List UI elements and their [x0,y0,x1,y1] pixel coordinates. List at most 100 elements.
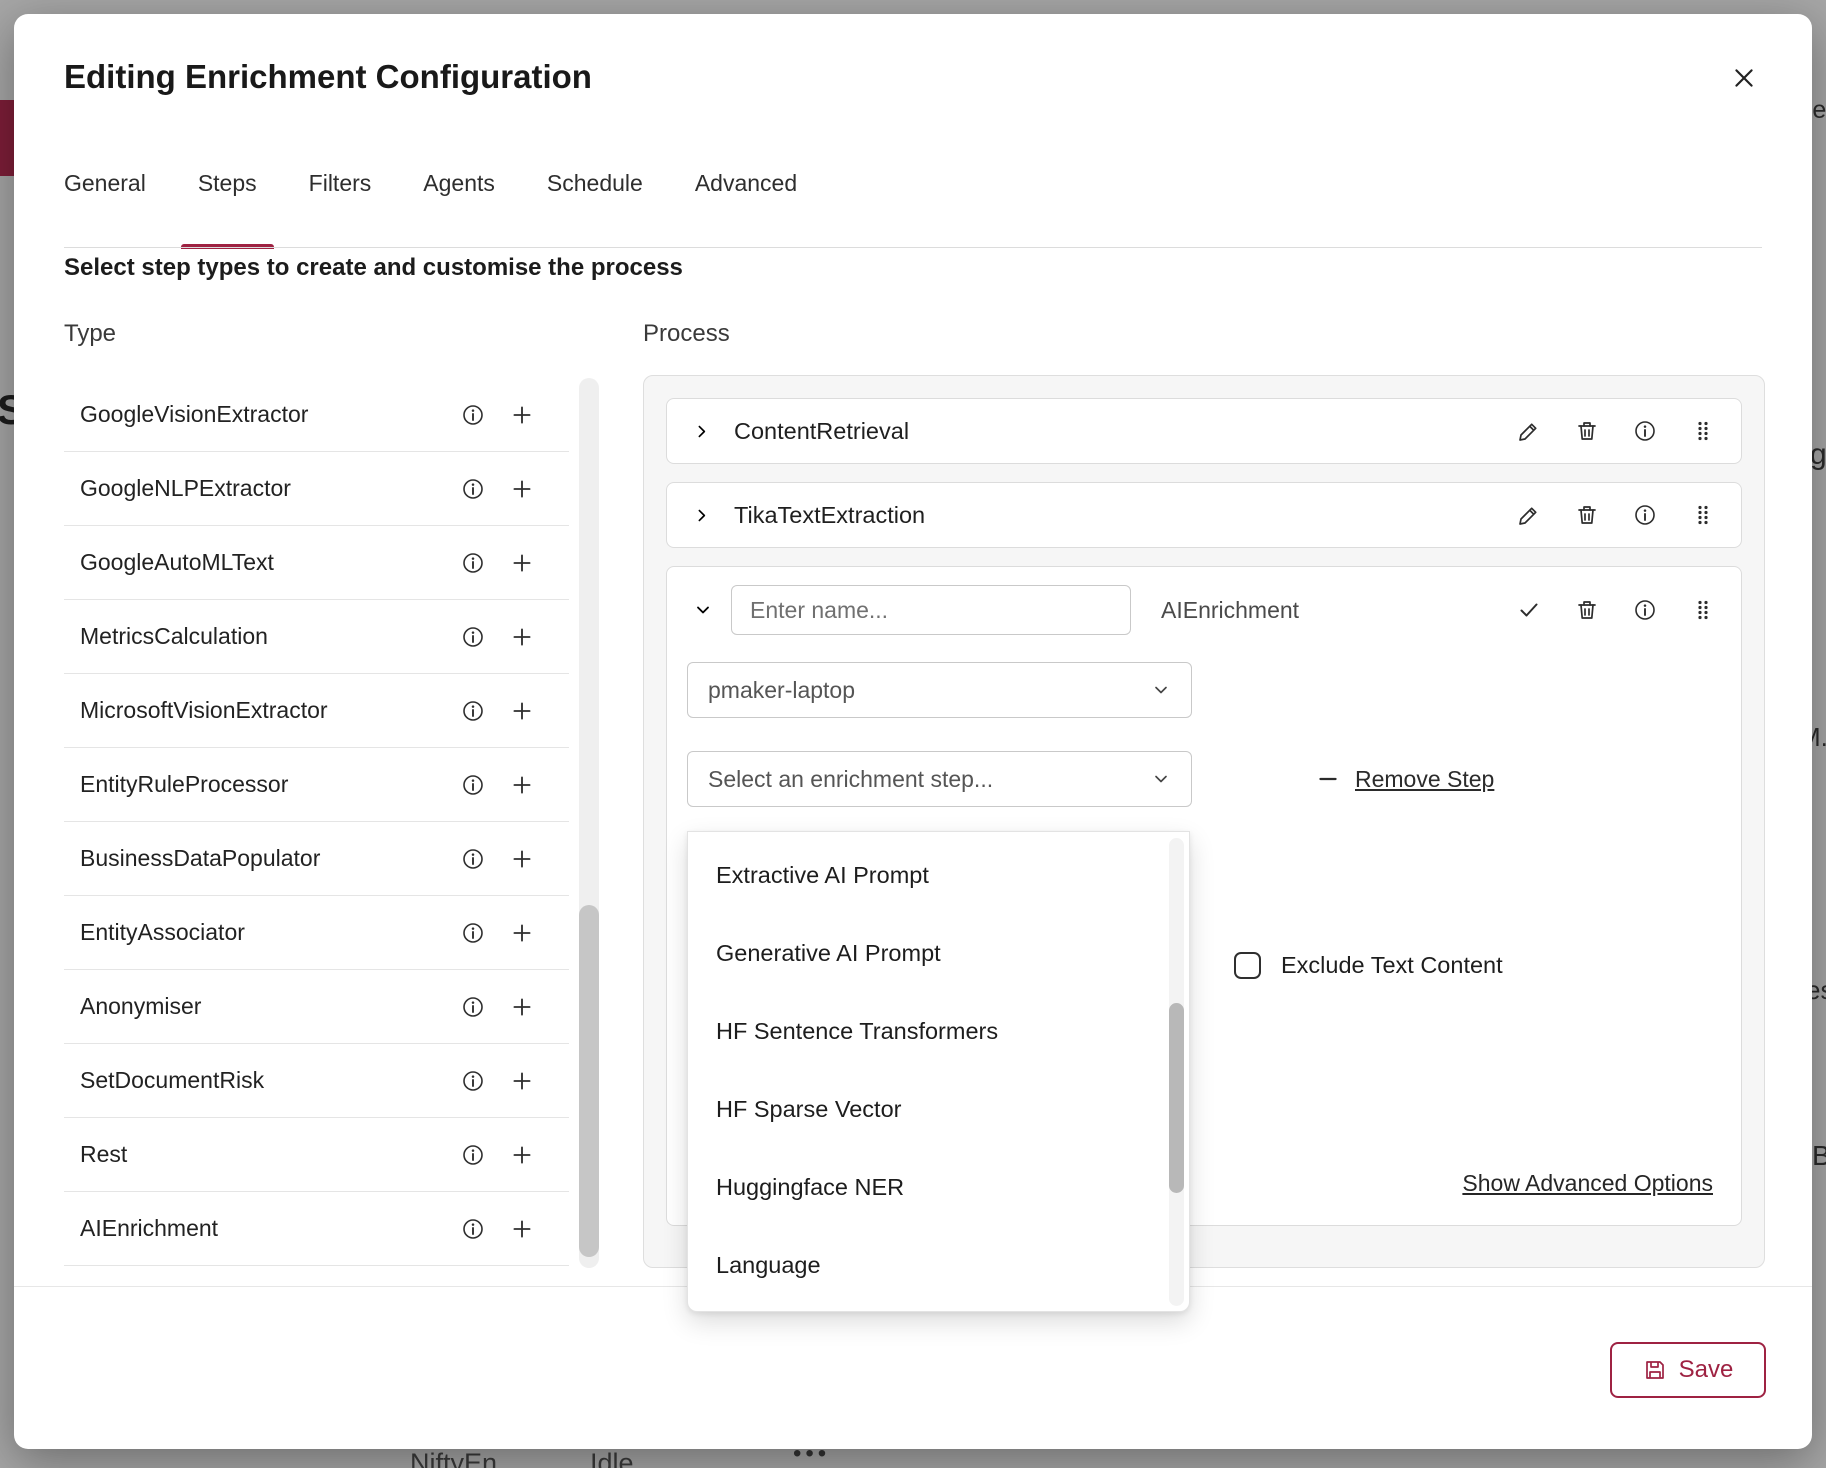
enrichment-step-select[interactable]: Select an enrichment step... [687,751,1192,807]
type-item-actions [461,1216,569,1242]
save-button[interactable]: Save [1610,1342,1766,1398]
close-button[interactable] [1726,60,1762,96]
tab-filters[interactable]: Filters [309,170,372,247]
add-icon[interactable] [509,1216,535,1242]
info-icon[interactable] [461,995,485,1019]
tab-bar: General Steps Filters Agents Schedule Ad… [64,170,797,247]
type-item-actions [461,550,569,576]
model-select[interactable]: pmaker-laptop [687,662,1192,718]
tab-label: Filters [309,170,372,196]
exclude-text-checkbox[interactable] [1234,952,1261,979]
info-icon[interactable] [461,1143,485,1167]
add-icon[interactable] [509,920,535,946]
type-item-label: EntityAssociator [64,919,461,946]
type-list-scrollbar[interactable] [579,378,599,1268]
drag-handle-icon[interactable] [1691,503,1715,527]
background-status-cell: Idle [590,1448,634,1468]
type-item-label: MetricsCalculation [64,623,461,650]
tab-agents[interactable]: Agents [423,170,495,247]
background-fragment: g [1810,438,1826,472]
tabs-divider [64,247,1762,248]
info-icon[interactable] [461,699,485,723]
add-icon[interactable] [509,402,535,428]
type-item-aienrichment: AIEnrichment [64,1192,569,1266]
drag-handle-icon[interactable] [1691,419,1715,443]
show-advanced-options-link[interactable]: Show Advanced Options [1462,1170,1713,1197]
info-icon[interactable] [1633,503,1657,527]
chevron-down-icon[interactable] [693,600,713,620]
add-icon[interactable] [509,476,535,502]
save-button-label: Save [1679,1356,1734,1384]
minus-icon [1315,766,1341,792]
add-icon[interactable] [509,1142,535,1168]
info-icon[interactable] [461,773,485,797]
tab-label: General [64,170,146,196]
tab-steps[interactable]: Steps [198,170,257,247]
delete-icon[interactable] [1575,503,1599,527]
info-icon[interactable] [461,847,485,871]
info-icon[interactable] [1633,419,1657,443]
dropdown-option-extractive-ai-prompt[interactable]: Extractive AI Prompt [688,836,1189,914]
type-item-businessdatapopulator: BusinessDataPopulator [64,822,569,896]
drag-handle-icon[interactable] [1691,598,1715,622]
type-item-label: GoogleNLPExtractor [64,475,461,502]
type-item-microsoftvisionextractor: MicrosoftVisionExtractor [64,674,569,748]
step-name: TikaTextExtraction [734,502,925,529]
info-icon[interactable] [461,1217,485,1241]
dropdown-option-label: Generative AI Prompt [716,940,941,967]
type-item-googleautomltext: GoogleAutoMLText [64,526,569,600]
remove-step-button[interactable]: Remove Step [1315,751,1494,807]
chevron-right-icon[interactable] [693,423,710,440]
dropdown-option-label: HF Sentence Transformers [716,1018,998,1045]
add-icon[interactable] [509,1068,535,1094]
add-icon[interactable] [509,550,535,576]
dropdown-option-hf-sparse-vector[interactable]: HF Sparse Vector [688,1070,1189,1148]
dropdown-option-language[interactable]: Language [688,1226,1189,1304]
type-item-actions [461,846,569,872]
tab-advanced[interactable]: Advanced [695,170,797,247]
dropdown-option-hf-sentence-transformers[interactable]: HF Sentence Transformers [688,992,1189,1070]
tab-general[interactable]: General [64,170,146,247]
info-icon[interactable] [461,551,485,575]
background-table-cell: NiftyEn ... [410,1448,527,1468]
dropdown-option-label: HF Sparse Vector [716,1096,901,1123]
background-fragment: B [1812,1140,1826,1172]
scrollbar-thumb[interactable] [579,905,599,1257]
info-icon[interactable] [461,477,485,501]
chevron-right-icon[interactable] [693,507,710,524]
tab-label: Agents [423,170,495,196]
dropdown-option-huggingface-ner[interactable]: Huggingface NER [688,1148,1189,1226]
add-icon[interactable] [509,772,535,798]
type-list: GoogleVisionExtractor GoogleNLPExtractor… [64,378,569,1266]
expanded-step-header: AIEnrichment [667,567,1741,639]
type-item-label: BusinessDataPopulator [64,845,461,872]
info-icon[interactable] [1633,598,1657,622]
type-item-entityruleprocessor: EntityRuleProcessor [64,748,569,822]
type-item-metricscalculation: MetricsCalculation [64,600,569,674]
edit-icon[interactable] [1517,419,1541,443]
confirm-check-icon[interactable] [1517,598,1541,622]
edit-icon[interactable] [1517,503,1541,527]
dropdown-scrollbar[interactable] [1169,838,1184,1306]
dropdown-option-generative-ai-prompt[interactable]: Generative AI Prompt [688,914,1189,992]
tab-schedule[interactable]: Schedule [547,170,643,247]
add-icon[interactable] [509,624,535,650]
add-icon[interactable] [509,846,535,872]
add-icon[interactable] [509,994,535,1020]
info-icon[interactable] [461,625,485,649]
type-item-actions [461,624,569,650]
type-column-label: Type [64,320,116,348]
info-icon[interactable] [461,1069,485,1093]
process-column-label: Process [643,320,730,348]
type-item-entityassociator: EntityAssociator [64,896,569,970]
info-icon[interactable] [461,403,485,427]
delete-icon[interactable] [1575,598,1599,622]
info-icon[interactable] [461,921,485,945]
delete-icon[interactable] [1575,419,1599,443]
model-select-value: pmaker-laptop [708,677,855,704]
add-icon[interactable] [509,698,535,724]
scrollbar-thumb[interactable] [1169,1003,1184,1193]
chevron-down-icon [1151,680,1171,700]
step-name-input[interactable] [731,585,1131,635]
type-item-rest: Rest [64,1118,569,1192]
